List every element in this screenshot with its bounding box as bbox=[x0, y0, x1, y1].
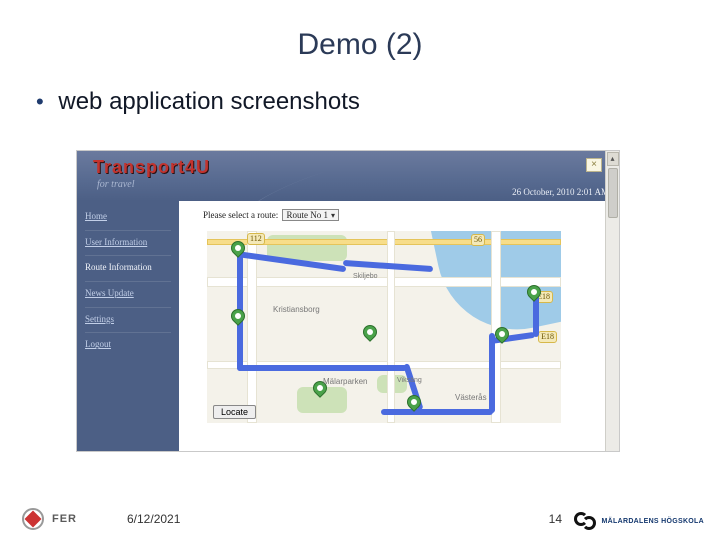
app-logo: Transport4U bbox=[93, 157, 210, 178]
app-datetime: 26 October, 2010 2:01 AM bbox=[512, 187, 609, 197]
map-road bbox=[387, 231, 395, 423]
sidebar-item-route-info[interactable]: Route Information bbox=[85, 262, 171, 274]
map-road bbox=[247, 231, 257, 423]
route-polyline bbox=[237, 365, 407, 371]
route-select-row: Please select a route: Route No 1 bbox=[203, 209, 619, 221]
map-label: Kristiansborg bbox=[273, 305, 320, 314]
mdh-logo: MÄLARDALENS HÖGSKOLA bbox=[574, 510, 704, 532]
sidebar-item-settings[interactable]: Settings bbox=[85, 314, 171, 326]
map-road bbox=[207, 277, 561, 287]
footer-date: 6/12/2021 bbox=[127, 512, 180, 526]
mdh-logo-text: MÄLARDALENS HÖGSKOLA bbox=[602, 518, 704, 525]
mdh-logo-icon bbox=[574, 510, 596, 532]
route-select[interactable]: Route No 1 bbox=[282, 209, 339, 221]
locate-button[interactable]: Locate bbox=[213, 405, 256, 419]
fer-logo-text: FER bbox=[52, 513, 77, 525]
close-icon[interactable]: × bbox=[586, 158, 602, 172]
scrollbar[interactable]: ▴ bbox=[605, 151, 619, 451]
scroll-thumb[interactable] bbox=[608, 168, 618, 218]
route-polyline bbox=[489, 333, 495, 413]
map-label: Mälarparken bbox=[323, 377, 367, 386]
bullet-line: • web application screenshots bbox=[0, 62, 720, 116]
slide-footer: FER 6/12/2021 14 MÄLARDALENS HÖGSKOLA bbox=[0, 498, 720, 540]
fer-logo: FER bbox=[20, 506, 77, 532]
page-number: 14 bbox=[549, 512, 562, 526]
sidebar-item-news[interactable]: News Update bbox=[85, 288, 171, 300]
route-prompt: Please select a route: bbox=[203, 210, 278, 220]
main-panel: Please select a route: Route No 1 112 56… bbox=[179, 201, 619, 451]
scroll-up-button[interactable]: ▴ bbox=[607, 152, 619, 166]
bullet-text: web application screenshots bbox=[58, 88, 360, 115]
route-map[interactable]: 112 56 E18 E18 Kristians bbox=[207, 231, 561, 423]
app-body: Home User Information Route Information … bbox=[77, 201, 619, 451]
embedded-app-screenshot: Transport4U for travel 26 October, 2010 … bbox=[76, 150, 620, 452]
sidebar-item-logout[interactable]: Logout bbox=[85, 339, 171, 351]
map-pin[interactable] bbox=[360, 322, 380, 342]
map-pin[interactable] bbox=[228, 306, 248, 326]
app-tagline: for travel bbox=[97, 179, 135, 190]
sidebar: Home User Information Route Information … bbox=[77, 201, 179, 451]
road-shield: E18 bbox=[538, 331, 557, 343]
map-label: Skiljebo bbox=[353, 273, 378, 280]
map-label: Viksäng bbox=[397, 377, 422, 384]
map-label: Västerås bbox=[455, 393, 487, 402]
app-header: Transport4U for travel 26 October, 2010 … bbox=[77, 151, 619, 201]
road-shield: 112 bbox=[247, 233, 265, 245]
bullet-dot: • bbox=[36, 89, 44, 114]
slide-title: Demo (2) bbox=[0, 0, 720, 62]
sidebar-item-user-info[interactable]: User Information bbox=[85, 237, 171, 249]
route-polyline bbox=[381, 409, 493, 415]
fer-logo-icon bbox=[20, 506, 46, 532]
sidebar-item-home[interactable]: Home bbox=[85, 211, 171, 223]
road-shield: 56 bbox=[471, 234, 485, 246]
